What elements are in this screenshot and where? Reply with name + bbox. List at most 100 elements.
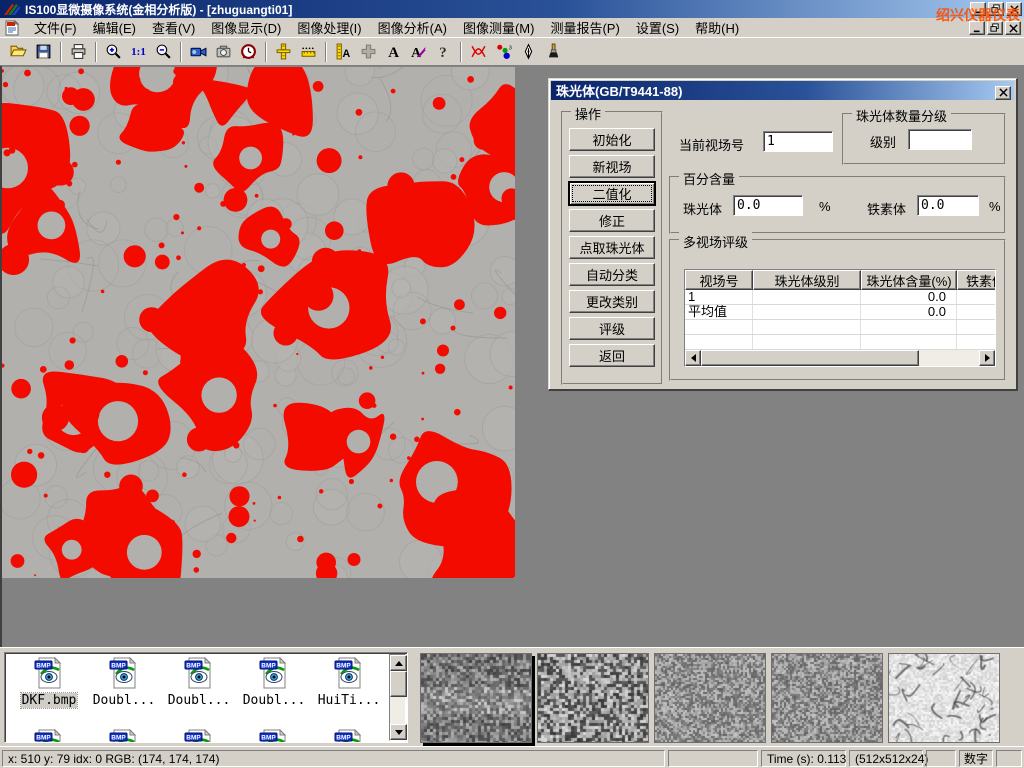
crosshair-icon bbox=[360, 43, 377, 60]
document-icon[interactable] bbox=[4, 20, 20, 36]
correct-button[interactable]: 修正 bbox=[569, 209, 655, 232]
col-field-number[interactable]: 视场号 bbox=[685, 270, 753, 290]
menu-measure-report[interactable]: 测量报告(P) bbox=[542, 16, 627, 39]
save-button[interactable] bbox=[31, 40, 56, 64]
scroll-up-button[interactable] bbox=[390, 655, 407, 671]
toolbar-separator bbox=[95, 42, 97, 62]
file-item[interactable]: BMP bbox=[238, 729, 310, 743]
file-item[interactable]: BMP bbox=[88, 729, 160, 743]
pearlite-unit: % bbox=[819, 199, 831, 214]
table-hscrollbar[interactable] bbox=[685, 350, 995, 366]
pen-icon bbox=[520, 43, 537, 60]
curve-tool-button[interactable] bbox=[466, 40, 491, 64]
new-field-button[interactable]: 新视场 bbox=[569, 155, 655, 178]
metallographic-image[interactable] bbox=[2, 67, 515, 578]
grade-input[interactable] bbox=[908, 129, 972, 150]
cell-pearlite: 0.0 bbox=[861, 290, 957, 304]
annotate-button[interactable]: A bbox=[406, 40, 431, 64]
menu-help[interactable]: 帮助(H) bbox=[687, 16, 747, 39]
video-camera-icon bbox=[190, 43, 207, 60]
file-item[interactable]: BMP bbox=[13, 729, 85, 743]
scroll-down-button[interactable] bbox=[390, 724, 407, 740]
init-button[interactable]: 初始化 bbox=[569, 128, 655, 151]
col-ferrite[interactable]: 铁素体 bbox=[957, 270, 996, 290]
menu-settings[interactable]: 设置(S) bbox=[628, 16, 687, 39]
left-arrow-icon bbox=[691, 354, 696, 362]
current-field-input[interactable] bbox=[763, 131, 833, 152]
measure-text-button[interactable]: A bbox=[331, 40, 356, 64]
dialog-title: 珠光体(GB/T9441-88) bbox=[556, 81, 682, 100]
thumbnail-2[interactable] bbox=[537, 653, 649, 743]
menu-view[interactable]: 查看(V) bbox=[144, 16, 203, 39]
file-item[interactable]: BMPDoubl... bbox=[88, 657, 160, 708]
open-folder-icon bbox=[10, 43, 27, 60]
file-item[interactable]: BMPDoubl... bbox=[163, 657, 235, 708]
zoom-out-button[interactable] bbox=[151, 40, 176, 64]
status-time: Time (s): 0.113 bbox=[761, 750, 846, 767]
binarize-button[interactable]: 二值化 bbox=[569, 182, 655, 205]
menu-file[interactable]: 文件(F) bbox=[26, 16, 85, 39]
bmp-file-icon: BMP bbox=[258, 729, 290, 743]
particles-icon: 3 bbox=[495, 43, 512, 60]
zoom-in-button[interactable] bbox=[101, 40, 126, 64]
classify-particles-button[interactable]: 3 bbox=[491, 40, 516, 64]
table-row[interactable]: 1 0.0 bbox=[685, 290, 995, 305]
print-button[interactable] bbox=[66, 40, 91, 64]
toolbar-separator bbox=[265, 42, 267, 62]
thumbnail-3[interactable] bbox=[654, 653, 766, 743]
pen-button[interactable] bbox=[516, 40, 541, 64]
dialog-close-button[interactable] bbox=[995, 86, 1011, 100]
file-item[interactable]: BMP bbox=[313, 729, 385, 743]
crosshair-button[interactable] bbox=[356, 40, 381, 64]
svg-text:BMP: BMP bbox=[261, 735, 276, 742]
return-button[interactable]: 返回 bbox=[569, 344, 655, 367]
menu-image-analysis[interactable]: 图像分析(A) bbox=[370, 16, 455, 39]
menu-edit[interactable]: 编辑(E) bbox=[85, 16, 144, 39]
table-row-empty bbox=[685, 320, 995, 335]
svg-text:BMP: BMP bbox=[111, 735, 126, 742]
up-arrow-icon bbox=[395, 661, 403, 666]
ferrite-percent-input[interactable] bbox=[917, 195, 979, 216]
brush-button[interactable] bbox=[541, 40, 566, 64]
thumbnail-4[interactable] bbox=[771, 653, 883, 743]
open-button[interactable] bbox=[6, 40, 31, 64]
menu-image-measure[interactable]: 图像测量(M) bbox=[455, 16, 543, 39]
file-item[interactable]: BMPDKF.bmp bbox=[13, 657, 85, 708]
timer-button[interactable] bbox=[236, 40, 261, 64]
file-item[interactable]: BMPDoubl... bbox=[238, 657, 310, 708]
rate-button[interactable]: 评级 bbox=[569, 317, 655, 340]
table-row[interactable]: 平均值 0.0 bbox=[685, 305, 995, 320]
help-button[interactable]: ? bbox=[431, 40, 456, 64]
window-title: IS100显微摄像系统(金相分析版) - [zhuguangti01] bbox=[25, 1, 292, 18]
file-item[interactable]: BMP bbox=[163, 729, 235, 743]
scroll-right-button[interactable] bbox=[979, 350, 995, 366]
ruler-button[interactable] bbox=[296, 40, 321, 64]
file-list-scrollbar[interactable] bbox=[389, 654, 406, 741]
thumbnail-1[interactable] bbox=[420, 653, 532, 743]
scroll-thumb[interactable] bbox=[701, 350, 919, 366]
caliper-measure-button[interactable] bbox=[271, 40, 296, 64]
pick-pearlite-button[interactable]: 点取珠光体 bbox=[569, 236, 655, 259]
pearlite-percent-input[interactable] bbox=[733, 195, 803, 216]
ruler-icon bbox=[300, 43, 317, 60]
thumbnail-5[interactable] bbox=[888, 653, 1000, 743]
dialog-title-bar[interactable]: 珠光体(GB/T9441-88) bbox=[551, 81, 1014, 100]
zoom-in-icon bbox=[105, 43, 122, 60]
toolbar-separator bbox=[60, 42, 62, 62]
file-name: Doubl... bbox=[92, 693, 157, 708]
menu-image-display[interactable]: 图像显示(D) bbox=[203, 16, 289, 39]
text-button[interactable]: A bbox=[381, 40, 406, 64]
file-item[interactable]: BMPHuiTi... bbox=[313, 657, 385, 708]
change-class-button[interactable]: 更改类别 bbox=[569, 290, 655, 313]
scroll-left-button[interactable] bbox=[685, 350, 701, 366]
video-capture-button[interactable] bbox=[186, 40, 211, 64]
cell-ferrite bbox=[957, 290, 996, 304]
col-pearlite-content[interactable]: 珠光体含量(%) bbox=[861, 270, 957, 290]
auto-classify-button[interactable]: 自动分类 bbox=[569, 263, 655, 286]
svg-text:A: A bbox=[342, 48, 350, 60]
snapshot-button[interactable] bbox=[211, 40, 236, 64]
scroll-thumb[interactable] bbox=[390, 671, 407, 697]
menu-image-processing[interactable]: 图像处理(I) bbox=[289, 16, 369, 39]
col-pearlite-grade[interactable]: 珠光体级别 bbox=[753, 270, 861, 290]
actual-size-button[interactable]: 1:1 bbox=[126, 40, 151, 64]
